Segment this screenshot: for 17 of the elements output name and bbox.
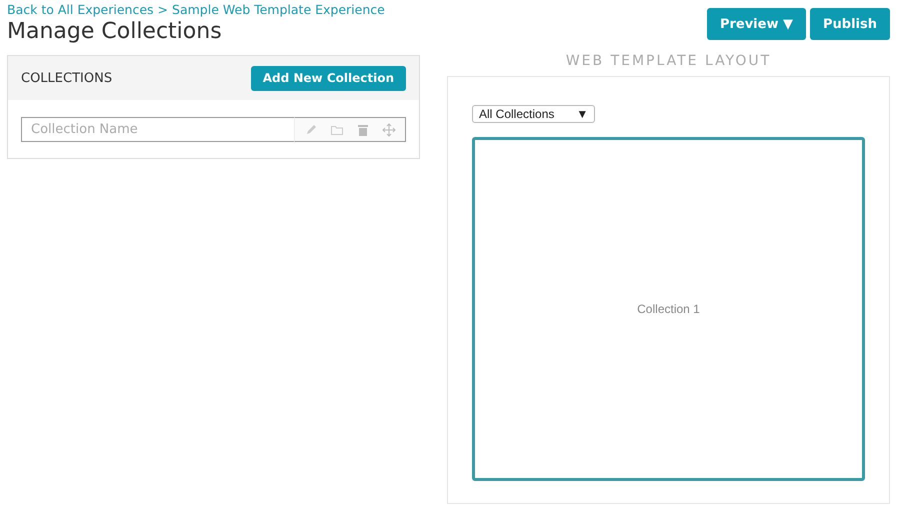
edit-icon[interactable] — [304, 122, 318, 136]
header-button[interactable]: Publish — [810, 8, 890, 40]
caret-icon: ▼ — [576, 107, 588, 121]
delete-icon[interactable] — [356, 122, 370, 136]
collection-frame[interactable]: Collection 1 — [472, 137, 865, 481]
breadcrumb-separator: > — [158, 2, 168, 17]
breadcrumb-link[interactable]: Back to All Experiences — [7, 2, 154, 17]
collection-label: Collection 1 — [637, 302, 700, 316]
page-title: Manage Collections — [7, 18, 223, 46]
collection-name-field[interactable]: Collection Name — [21, 117, 294, 142]
move-icon[interactable] — [382, 122, 396, 136]
header-button[interactable]: Preview ▼ — [706, 8, 806, 40]
collections-dropdown[interactable]: All Collections ▼ — [472, 105, 596, 123]
layout-title: WEB TEMPLATE LAYOUT — [564, 52, 772, 71]
panel-title: COLLECTIONS — [21, 70, 112, 86]
breadcrumb-link[interactable]: Sample Web Template Experience — [172, 2, 385, 17]
add-collection-button[interactable]: Add New Collection — [250, 66, 406, 90]
